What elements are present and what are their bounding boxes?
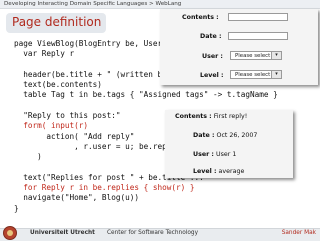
- form-contents-input[interactable]: [228, 13, 288, 21]
- code-line-10: action( "Add reply": [14, 131, 135, 141]
- slide-title: Page definition: [12, 15, 102, 29]
- slide-title-box: Page definition: [6, 13, 106, 33]
- university-seal-icon: [3, 226, 17, 240]
- header-bar: Developing Interacting Domain Specific L…: [0, 0, 320, 9]
- code-line-17: }: [14, 203, 19, 213]
- reply-contents: Contents : First reply!: [175, 113, 248, 120]
- code-line-2: var Reply r: [14, 49, 75, 59]
- code-line-15: for Reply r in be.replies { show(r) }: [14, 183, 195, 193]
- code-line-9: form( input(r): [14, 121, 89, 131]
- breadcrumb: Developing Interacting Domain Specific L…: [4, 1, 182, 7]
- footer-author: Sander Mak: [281, 230, 316, 236]
- form-level-label: Level :: [200, 72, 224, 79]
- form-user-label: User :: [202, 53, 223, 60]
- reply-user: User : User 1: [193, 151, 237, 158]
- code-line-16: navigate("Home", Blog(u)): [14, 193, 139, 203]
- footer-university: Universiteit Utrecht: [30, 230, 95, 236]
- code-line-12: ): [14, 152, 42, 162]
- form-date-label: Date :: [200, 33, 222, 40]
- chevron-down-icon: ▾: [271, 71, 281, 78]
- code-line-5: text(be.contents): [14, 80, 102, 90]
- code-line-8: "Reply to this post:": [14, 111, 121, 121]
- footer-center: Center for Software Technology: [107, 230, 199, 236]
- form-date-input[interactable]: [228, 32, 288, 40]
- reply-form-preview: Contents : Date : User : Please select :…: [160, 9, 318, 85]
- form-user-select[interactable]: Please select : ▾: [230, 51, 282, 60]
- form-level-select[interactable]: Please select : ▾: [230, 70, 282, 79]
- footer-bar: Universiteit Utrecht Center for Software…: [0, 226, 320, 241]
- reply-date: Date : Oct 26, 2007: [193, 132, 258, 139]
- code-line-6: table Tag t in be.tags { "Assigned tags"…: [14, 90, 278, 100]
- form-contents-label: Contents :: [182, 14, 219, 21]
- chevron-down-icon: ▾: [271, 52, 281, 59]
- reply-level: Level : average: [193, 168, 245, 175]
- reply-display-preview: Contents : First reply! Date : Oct 26, 2…: [165, 110, 293, 178]
